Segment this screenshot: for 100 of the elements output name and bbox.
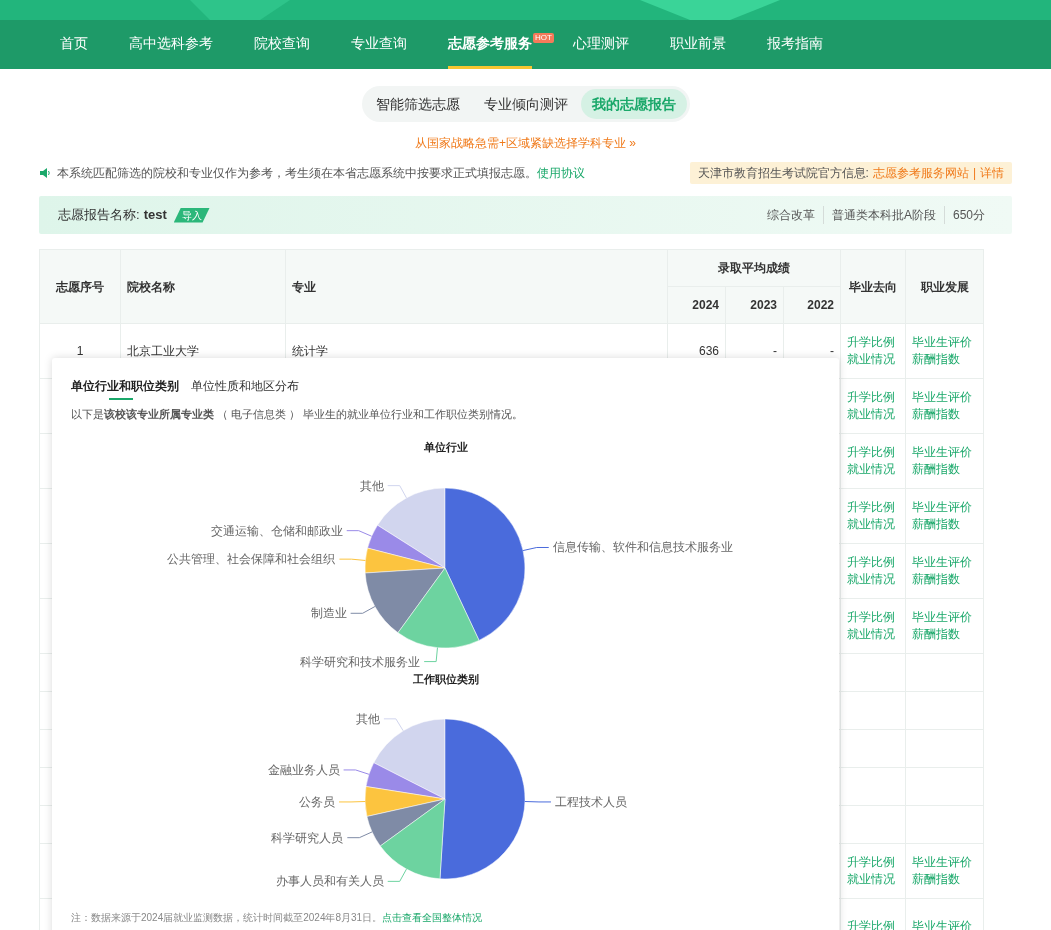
link[interactable]: 就业情况 [847,462,895,477]
notice-text: 本系统匹配筛选的院校和专业仅作为参考，考生须在本省志愿系统中按要求正式填报志愿。 [57,165,537,182]
leader-line [383,718,404,732]
link[interactable]: 薪酬指数 [912,572,960,587]
leader-line [338,801,366,803]
promo-link[interactable]: 从国家战略急需+区域紧缺选择学科专业 » [415,134,636,152]
report-name: test [143,206,167,225]
link[interactable]: 升学比例 [847,390,895,405]
link[interactable]: 升学比例 [847,500,895,515]
link[interactable]: 就业情况 [847,407,895,422]
column-group-header: 录取平均成绩 [667,249,841,287]
column-header: 2022 [783,286,841,324]
link[interactable]: 薪酬指数 [912,872,960,887]
link[interactable]: 毕业生评价 [912,855,972,870]
segment-tab[interactable]: 智能筛选志愿 [364,89,471,119]
slice-label: 工程技术人员 [554,794,627,809]
nav-item[interactable]: 心理测评 [572,20,629,69]
link[interactable]: 就业情况 [847,627,895,642]
link[interactable]: 薪酬指数 [912,352,960,367]
leader-line [387,868,407,882]
link[interactable]: 升学比例 [847,445,895,460]
link[interactable]: 毕业生评价 [912,610,972,625]
slice-label: 金融业务人员 [267,762,340,777]
report-name-label: 志愿报告名称: [58,206,140,225]
leader-line [524,801,552,803]
national-overview-link[interactable]: 点击查看全国整体情况 [382,910,483,925]
segment-tab[interactable]: 我的志愿报告 [580,89,687,119]
link[interactable]: 毕业生评价 [912,500,972,515]
leader-line [423,647,438,663]
slice-label: 信息传输、软件和信息技术服务业 [552,540,733,555]
nav-item[interactable]: 志愿参考服务 [448,20,532,69]
column-header: 2023 [725,286,784,324]
official-info-label: 天津市教育招生考试院官方信息: [697,165,869,182]
import-tag: 导入 [173,207,210,223]
slice-label: 科学研究人员 [271,830,344,845]
slice-label: 公务员 [299,794,336,809]
chart-title: 单位行业 [422,440,469,454]
table-cell-text: 北京工业大学 [127,344,199,358]
report-meta: 综合改革 [765,207,816,224]
link[interactable]: 升学比例 [847,610,895,625]
nav-item[interactable]: 专业查询 [351,20,407,69]
link[interactable]: 升学比例 [847,555,895,570]
separator: | [972,165,976,182]
leader-line [522,547,550,552]
nav-item[interactable]: 院校查询 [254,20,310,69]
details-link[interactable]: 详情 [980,164,1004,182]
link[interactable]: 毕业生评价 [912,445,972,460]
leader-line [343,769,370,775]
nav-item[interactable]: 职业前景 [669,20,726,69]
column-header: 2024 [667,286,726,324]
table-cell-text: 统计学 [292,344,328,358]
leader-line [338,558,366,561]
slice-label: 办事人员和有关人员 [275,874,384,889]
slice-label: 其他 [355,711,380,726]
column-header: 职业发展 [905,249,984,324]
link[interactable]: 薪酬指数 [912,627,960,642]
nav-item[interactable]: 高中选科参考 [129,20,213,69]
slice-label: 公共管理、社会保障和社会组织 [167,552,336,567]
link[interactable]: 薪酬指数 [912,462,960,477]
column-header: 专业 [285,249,668,324]
nav-item[interactable]: 报考指南 [766,20,823,69]
slice-label: 制造业 [310,606,347,621]
data-note: 注：数据来源于2024届就业监测数据，统计时间截至2024年8月31日。 [71,911,383,925]
link[interactable]: 就业情况 [847,517,895,532]
column-header: 毕业去向 [840,249,906,324]
link[interactable]: 升学比例 [847,855,895,870]
popup-tab[interactable]: 单位性质和地区分布 [191,378,299,400]
link[interactable]: 毕业生评价 [912,335,972,350]
slice-label: 交通运输、仓储和邮政业 [210,523,343,538]
link[interactable]: 毕业生评价 [912,390,972,405]
hot-badge: HOT [533,33,554,43]
table-cell-text: - [773,344,777,358]
column-header: 志愿序号 [39,249,121,324]
leader-line [350,606,376,614]
popup-tab[interactable]: 单位行业和职位类别 [71,378,179,400]
link[interactable]: 薪酬指数 [912,407,960,422]
nav-item[interactable]: 首页 [60,20,88,69]
link[interactable]: 就业情况 [847,352,895,367]
table-cell-text: 1 [76,344,84,358]
link[interactable]: 毕业生评价 [912,555,972,570]
leader-line [346,530,373,537]
link[interactable]: 升学比例 [847,335,895,350]
agreement-link[interactable]: 使用协议 [537,164,585,182]
segment-tab[interactable]: 专业倾向测评 [472,89,579,119]
link[interactable]: 就业情况 [847,572,895,587]
table-cell-text: - [830,344,834,358]
column-header: 院校名称 [120,249,286,324]
slice-label: 科学研究和技术服务业 [300,654,421,668]
leader-line [346,831,373,839]
link[interactable]: 薪酬指数 [912,517,960,532]
link[interactable]: 就业情况 [847,872,895,887]
slice-label: 其他 [359,478,384,493]
service-site-link[interactable]: 志愿参考服务网站 [872,164,969,182]
popup-description: 以下是该校该专业所属专业类 （ 电子信息类 ） 毕业生的就业单位行业和工作职位类别情况。 [70,407,525,422]
leader-line [387,485,407,499]
speaker-icon [39,167,51,179]
chart-title: 工作职位类别 [411,672,480,686]
report-meta: 普通类本科批A阶段 [822,206,944,224]
report-meta: 650分 [943,206,993,224]
table-cell-text: 636 [698,344,719,358]
